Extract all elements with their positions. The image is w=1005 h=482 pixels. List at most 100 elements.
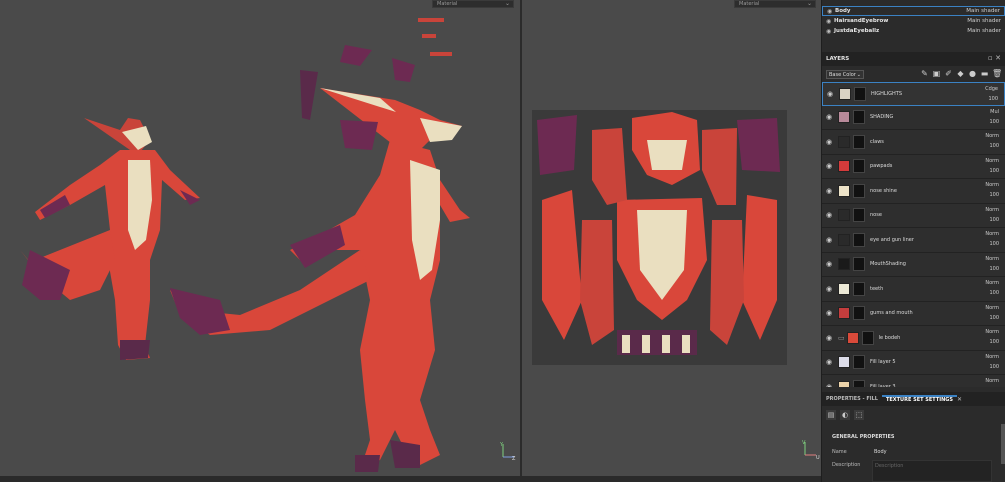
tab-properties-fill[interactable]: PROPERTIES - FILL [822,396,882,402]
texture-set-name: JustdaEyeballz [834,28,880,34]
layer-mask-thumbnail[interactable] [853,134,865,149]
layer-blend-mode[interactable]: Norm [985,305,999,311]
layer-blend-mode[interactable]: Norm [985,207,999,213]
layer-opacity[interactable]: 100 [989,217,999,223]
layer-blend-mode[interactable]: Norm [985,329,999,335]
layer-row[interactable]: ◉ ▭ le bodeh Norm 100 [822,326,1005,351]
add-smart-material-icon[interactable]: ● [968,69,977,78]
layer-blend-mode[interactable]: Norm [985,354,999,360]
channel-dropdown[interactable]: Base Color ⌄ [826,69,864,79]
viewport-2d[interactable]: Material ⌄ V U [522,0,821,476]
eye-icon[interactable]: ◉ [826,18,834,25]
layer-row[interactable]: ◉ eye and gun liner Norm 100 [822,228,1005,253]
eye-icon[interactable]: ◉ [822,138,836,146]
description-field[interactable]: Description [872,460,992,482]
add-paint-layer-icon[interactable]: ✐ [944,69,953,78]
layer-opacity[interactable]: 100 [989,241,999,247]
layer-row[interactable]: ◉ gums and mouth Norm 100 [822,301,1005,326]
layer-blend-mode[interactable]: Norm [985,133,999,139]
layer-blend-mode[interactable]: Norm [985,158,999,164]
eye-icon[interactable]: ◉ [822,309,836,317]
layer-opacity[interactable]: 100 [989,266,999,272]
layer-blend-mode[interactable]: Norm [985,231,999,237]
layer-row[interactable]: ◉ MouthShading Norm 100 [822,252,1005,277]
undock-icon[interactable]: ▫ [988,54,993,62]
layer-opacity[interactable]: 100 [989,119,999,125]
layer-blend-mode[interactable]: Cdge [985,86,998,92]
texture-set-shader[interactable]: Main shader [966,8,1004,14]
layer-blend-mode[interactable]: Norm [985,378,999,384]
layer-opacity[interactable]: 100 [989,364,999,370]
layer-mask-thumbnail[interactable] [853,183,865,198]
eye-icon[interactable]: ◉ [822,187,836,195]
tab-texture-set-settings[interactable]: TEXTURE SET SETTINGS [881,395,957,403]
layer-blend-mode[interactable]: Norm [985,256,999,262]
layer-row[interactable]: ◉ HIGHLIGHTS Cdge 100 [822,82,1005,106]
eye-icon[interactable]: ◉ [822,285,836,293]
layer-blend-mode[interactable]: Norm [985,280,999,286]
eye-icon[interactable]: ◉ [822,236,836,244]
layer-opacity[interactable]: 100 [989,143,999,149]
layer-opacity[interactable]: 100 [989,290,999,296]
eye-icon[interactable]: ◉ [822,334,836,342]
layer-mask-thumbnail[interactable] [853,281,865,296]
layer-mask-thumbnail[interactable] [853,110,865,125]
uv-texture-map [532,110,787,365]
layer-opacity[interactable]: 100 [989,339,999,345]
layer-mask-thumbnail[interactable] [853,355,865,370]
texture-set-list-icon[interactable]: ▤ [826,410,836,420]
eye-icon[interactable]: ◉ [822,211,836,219]
layer-row[interactable]: ◉ nose Norm 100 [822,203,1005,228]
delete-icon[interactable]: 🗑 [992,69,1002,78]
texture-set-shader[interactable]: Main shader [967,18,1005,24]
close-icon[interactable]: ✕ [957,396,962,403]
layer-row[interactable]: ◉ SHADING Mul 100 [822,105,1005,130]
add-fill-layer-icon[interactable]: ◆ [956,69,965,78]
add-folder-icon[interactable]: ▬ [980,69,989,78]
name-value[interactable]: Body [874,449,887,455]
close-icon[interactable]: ✕ [995,54,1001,62]
layer-mask-thumbnail[interactable] [854,86,866,101]
eye-icon[interactable]: ◉ [827,8,835,15]
texture-set-row[interactable]: ◉ JustdaEyeballz Main shader [822,26,1005,36]
layer-row[interactable]: ◉ teeth Norm 100 [822,277,1005,302]
texture-set-row[interactable]: ◉ Body Main shader [822,6,1005,16]
eye-icon[interactable]: ◉ [822,113,836,121]
layer-row[interactable]: ◉ Fill layer 5 Norm 100 [822,350,1005,375]
eye-icon[interactable]: ◉ [822,383,836,387]
layer-opacity[interactable]: 100 [988,96,998,102]
layer-blend-mode[interactable]: Mul [990,109,999,115]
add-effect-icon[interactable]: ✎ [920,69,929,78]
layer-row[interactable]: ◉ pawpads Norm 100 [822,154,1005,179]
eye-icon[interactable]: ◉ [822,260,836,268]
texture-set-shader[interactable]: Main shader [967,28,1005,34]
folder-icon[interactable]: ▭ [838,334,845,342]
layer-row[interactable]: ◉ claws Norm 100 [822,130,1005,155]
layer-opacity[interactable]: 100 [989,315,999,321]
eye-icon[interactable]: ◉ [822,162,836,170]
add-mask-icon[interactable]: ▣ [932,69,941,78]
shader-settings-icon[interactable]: ◐ [840,410,850,420]
texture-set-row[interactable]: ◉ HairsandEyebrow Main shader [822,16,1005,26]
layer-opacity[interactable]: 100 [989,192,999,198]
texture-set-list: ◉ Body Main shader ◉ HairsandEyebrow Mai… [822,0,1005,52]
scrollbar[interactable] [1001,424,1005,464]
layer-mask-thumbnail[interactable] [853,159,865,174]
layer-blend-mode[interactable]: Norm [985,182,999,188]
layer-mask-thumbnail[interactable] [853,379,865,387]
texture-set-name: HairsandEyebrow [834,18,889,24]
layer-row[interactable]: ◉Fill layer 3Norm100 [822,375,1005,387]
eye-icon[interactable]: ◉ [822,358,836,366]
layer-name: pawpads [870,163,893,170]
layer-opacity[interactable]: 100 [989,168,999,174]
eye-icon[interactable]: ◉ [823,90,837,98]
layer-mask-thumbnail[interactable] [853,306,865,321]
layer-row[interactable]: ◉ nose shine Norm 100 [822,179,1005,204]
display-settings-icon[interactable]: ⬚ [854,410,864,420]
eye-icon[interactable]: ◉ [826,28,834,35]
layer-mask-thumbnail[interactable] [861,330,874,345]
layer-mask-thumbnail[interactable] [853,208,865,223]
layer-mask-thumbnail[interactable] [853,257,865,272]
layer-mask-thumbnail[interactable] [853,232,865,247]
viewport-3d[interactable]: Material ⌄ Y Z [0,0,520,476]
